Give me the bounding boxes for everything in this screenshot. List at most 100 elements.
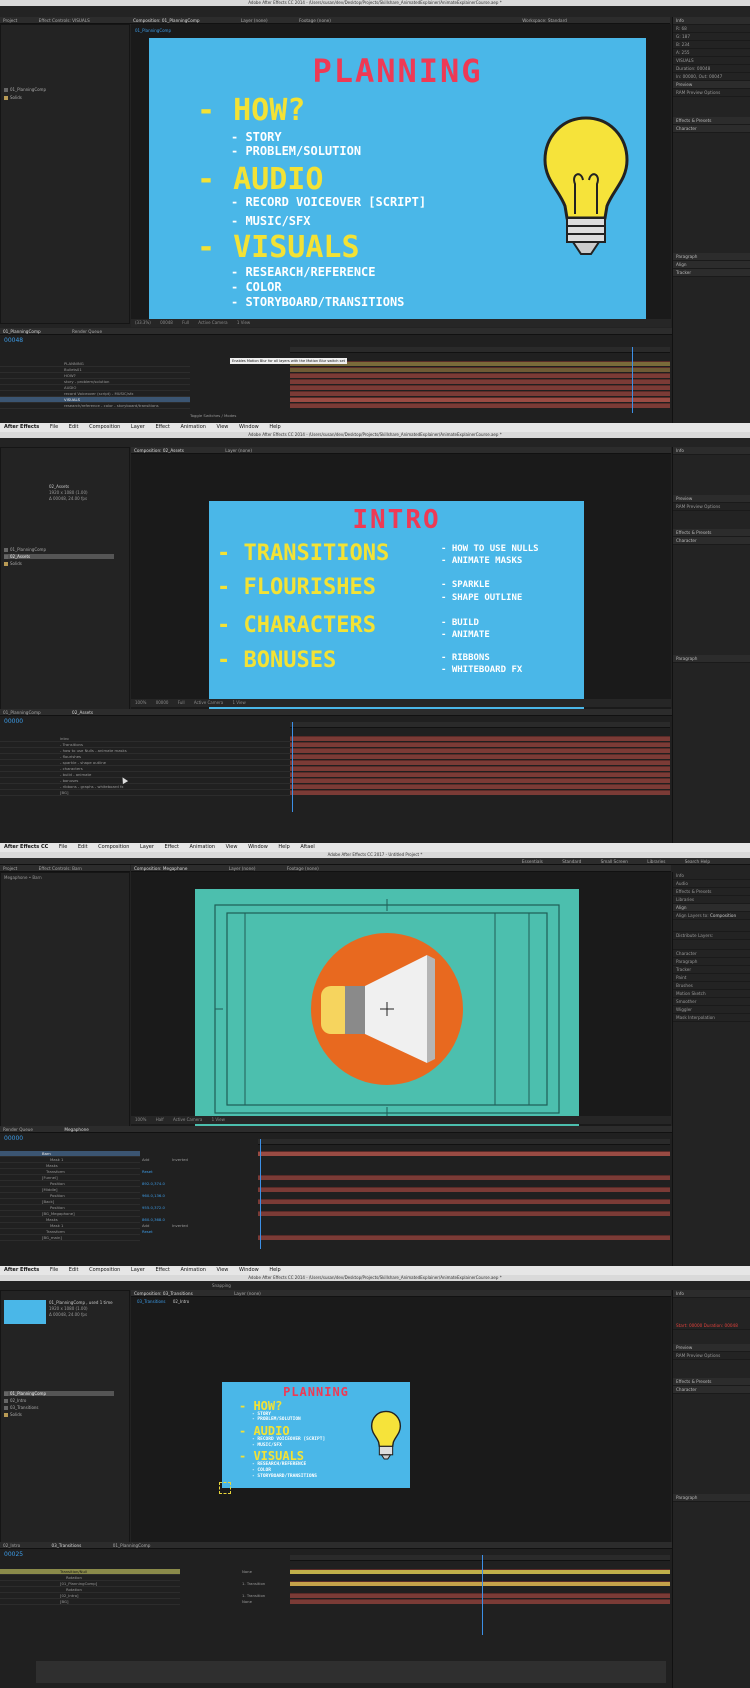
layer-bar[interactable]	[290, 367, 670, 372]
align-layers-to[interactable]: Align Layers to: Composition	[673, 912, 750, 920]
mask-inverted[interactable]: Inverted	[172, 1223, 188, 1228]
timecode-display[interactable]: 00048	[160, 320, 173, 325]
menu-layer[interactable]: Layer	[131, 1267, 145, 1273]
parent-select[interactable]: None	[242, 1569, 252, 1574]
project-item[interactable]: Solids	[4, 561, 22, 566]
composition-viewer[interactable]: 01_PlanningComp PLANNING - HOW? - STORY …	[131, 24, 671, 319]
transform-reset[interactable]: Reset	[142, 1169, 153, 1174]
character-tab[interactable]: Character	[673, 950, 750, 958]
layer-bar[interactable]	[290, 397, 670, 402]
tab-timeline[interactable]: Megaphone	[64, 1127, 89, 1132]
parent-select[interactable]: 1. Transition	[242, 1581, 265, 1586]
timeline-timecode[interactable]: 00025	[4, 1551, 23, 1558]
tab-project[interactable]: Project	[3, 866, 17, 871]
paragraph-tab[interactable]: Paragraph	[673, 958, 750, 966]
viewer-controls[interactable]: (33.3%) 00048 Full Active Camera 1 View	[131, 319, 671, 327]
tab-timeline[interactable]: 02_Assets	[72, 710, 93, 715]
position-value[interactable]: 955.0,372.0	[142, 1205, 165, 1210]
timeline-panel[interactable]: 00025 Transition/Null Rotation [01_Plann…	[0, 1549, 672, 1688]
project-item[interactable]: Solids	[4, 95, 22, 100]
layer-bar[interactable]	[258, 1151, 670, 1156]
paint-tab[interactable]: Paint	[673, 974, 750, 982]
layer-bar[interactable]	[258, 1199, 670, 1204]
tab-timeline[interactable]: 02_Intro	[3, 1543, 20, 1548]
tab-layer[interactable]: Layer (none)	[241, 18, 268, 23]
paragraph-tab[interactable]: Paragraph	[673, 253, 750, 261]
align-tab[interactable]: Align	[673, 261, 750, 269]
layer-row[interactable]: [BG]	[0, 790, 290, 796]
menu-extra[interactable]: Aftael	[300, 844, 314, 850]
workspace-label[interactable]: Workspace: Standard	[522, 18, 567, 23]
audio-tab[interactable]: Audio	[673, 880, 750, 888]
tab-composition[interactable]: Composition: 01_PlanningComp	[133, 18, 200, 23]
playhead[interactable]	[632, 347, 633, 413]
playhead[interactable]	[260, 1139, 261, 1249]
workspace-essentials[interactable]: Essentials	[522, 859, 543, 864]
menu-composition[interactable]: Composition	[98, 844, 129, 850]
layer-bar[interactable]	[258, 1211, 670, 1216]
breadcrumb-item[interactable]: 03_Transitions	[137, 1299, 166, 1304]
menu-window[interactable]: Window	[239, 1267, 259, 1273]
layer-bar[interactable]	[290, 385, 670, 390]
preview-panel-tab[interactable]: Preview	[673, 495, 750, 503]
project-item[interactable]: 02_Intro	[4, 1398, 26, 1403]
playhead[interactable]	[482, 1555, 483, 1635]
mask-mode[interactable]: Add	[142, 1157, 149, 1162]
timeline-tabs[interactable]: Render Queue Megaphone	[0, 1126, 672, 1133]
view-select[interactable]: 1 View	[237, 320, 250, 325]
timeline-timecode[interactable]: 00048	[4, 337, 23, 344]
comp-panel-tabs[interactable]: Composition: 03_Transitions Layer (none)	[131, 1290, 671, 1297]
ram-preview-options[interactable]: RAM Preview Options	[673, 1352, 750, 1360]
layer-bar[interactable]	[258, 1187, 670, 1192]
character-tab[interactable]: Character	[673, 1386, 750, 1394]
layer-bar[interactable]	[290, 379, 670, 384]
viewer-controls[interactable]: 100% Half Active Camera 1 View	[131, 1116, 671, 1124]
tab-effect-controls[interactable]: Effect Controls: Barn	[39, 866, 82, 871]
tab-composition[interactable]: Composition: 02_Assets	[134, 448, 184, 453]
snapping-toggle[interactable]: Snapping	[212, 1283, 231, 1288]
motion-sketch-tab[interactable]: Motion Sketch	[673, 990, 750, 998]
tab-timeline[interactable]: 01_PlanningComp	[3, 710, 41, 715]
tab-footage[interactable]: Footage (none)	[287, 866, 319, 871]
composition-viewer[interactable]	[131, 872, 671, 1147]
menu-animation[interactable]: Animation	[190, 844, 216, 850]
project-item-selected[interactable]: 01_PlanningComp	[4, 1391, 114, 1396]
project-panel-tabs[interactable]: Project Effect Controls: Barn	[0, 865, 130, 872]
comp-panel-tabs[interactable]: Composition: 02_Assets Layer (none)	[131, 447, 671, 454]
menu-layer[interactable]: Layer	[140, 844, 154, 850]
resolution-select[interactable]: Full	[178, 700, 185, 705]
menu-composition[interactable]: Composition	[89, 1267, 120, 1273]
project-item[interactable]: 01_PlanningComp	[4, 87, 46, 92]
tab-composition[interactable]: Composition: 03_Transitions	[134, 1291, 193, 1296]
layer-bar[interactable]	[290, 391, 670, 396]
menu-layer[interactable]: Layer	[131, 424, 145, 430]
layer-bar[interactable]	[290, 1569, 670, 1574]
parent-select[interactable]: 1. Transition	[242, 1593, 265, 1598]
project-item[interactable]: 03_Transitions	[4, 1405, 39, 1410]
smoother-tab[interactable]: Smoother	[673, 998, 750, 1006]
ram-preview-options[interactable]: RAM Preview Options	[673, 89, 750, 97]
tab-layer[interactable]: Layer (none)	[229, 866, 256, 871]
effects-presets-tab[interactable]: Effects & Presets	[673, 888, 750, 896]
time-ruler[interactable]	[290, 722, 670, 728]
menu-window[interactable]: Window	[239, 424, 259, 430]
time-ruler[interactable]	[258, 1139, 670, 1145]
resolution-select[interactable]: Half	[156, 1117, 164, 1122]
menu-edit[interactable]: Edit	[69, 1267, 79, 1273]
timecode-display[interactable]: 00000	[156, 700, 169, 705]
zoom-select[interactable]: 100%	[135, 1117, 146, 1122]
align-tab[interactable]: Align	[673, 904, 750, 912]
tab-timeline-comp[interactable]: 01_PlanningComp	[3, 329, 41, 334]
zoom-select[interactable]: (33.3%)	[135, 320, 151, 325]
tab-effect-controls[interactable]: Effect Controls: VISUALS	[39, 18, 90, 23]
viewer-controls[interactable]: 100% 00000 Full Active Camera 1 View	[131, 699, 671, 707]
info-tab[interactable]: Info	[673, 872, 750, 880]
view-select[interactable]: 1 View	[232, 700, 245, 705]
tab-timeline[interactable]: 01_PlanningComp	[113, 1543, 151, 1548]
layer-row[interactable]: [BG]	[0, 1599, 180, 1605]
menu-help[interactable]: Help	[269, 424, 280, 430]
layer-bar[interactable]	[290, 790, 670, 795]
layer-bar[interactable]	[290, 784, 670, 789]
paragraph-tab[interactable]: Paragraph	[673, 655, 750, 663]
workspace-libraries[interactable]: Libraries	[647, 859, 665, 864]
